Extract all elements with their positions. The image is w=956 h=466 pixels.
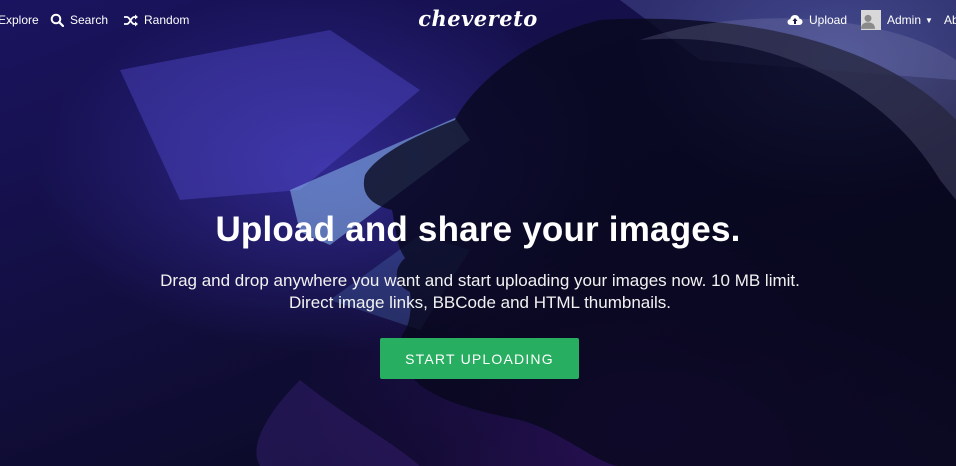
nav-random-label: Random (144, 13, 190, 27)
nav-explore-label: Explore (0, 13, 39, 27)
shuffle-icon (124, 14, 138, 26)
nav-search[interactable]: Search (50, 12, 108, 28)
caret-down-icon: ▼ (925, 15, 933, 25)
nav-search-label: Search (70, 13, 109, 27)
cloud-upload-icon (787, 15, 803, 25)
nav-random[interactable]: Random (123, 12, 189, 28)
nav-overflow-item[interactable]: Ab (944, 12, 956, 28)
hero-title: Upload and share your images. (215, 210, 741, 249)
start-uploading-button[interactable]: START UPLOADING (380, 338, 579, 379)
search-icon (50, 13, 64, 27)
nav-overflow-label: Ab (944, 13, 956, 27)
top-navigation: Explore Search Random chevereto Upload A… (0, 0, 956, 40)
logo-text[interactable]: chevereto (418, 6, 538, 31)
nav-explore[interactable]: Explore (0, 12, 39, 28)
user-avatar-icon (861, 10, 881, 30)
nav-user-menu[interactable]: Admin ▼ (861, 10, 933, 30)
hero-description: Drag and drop anywhere you want and star… (160, 271, 800, 312)
nav-upload-label: Upload (809, 13, 848, 27)
nav-user-label: Admin (887, 13, 922, 27)
nav-upload[interactable]: Upload (787, 12, 847, 28)
